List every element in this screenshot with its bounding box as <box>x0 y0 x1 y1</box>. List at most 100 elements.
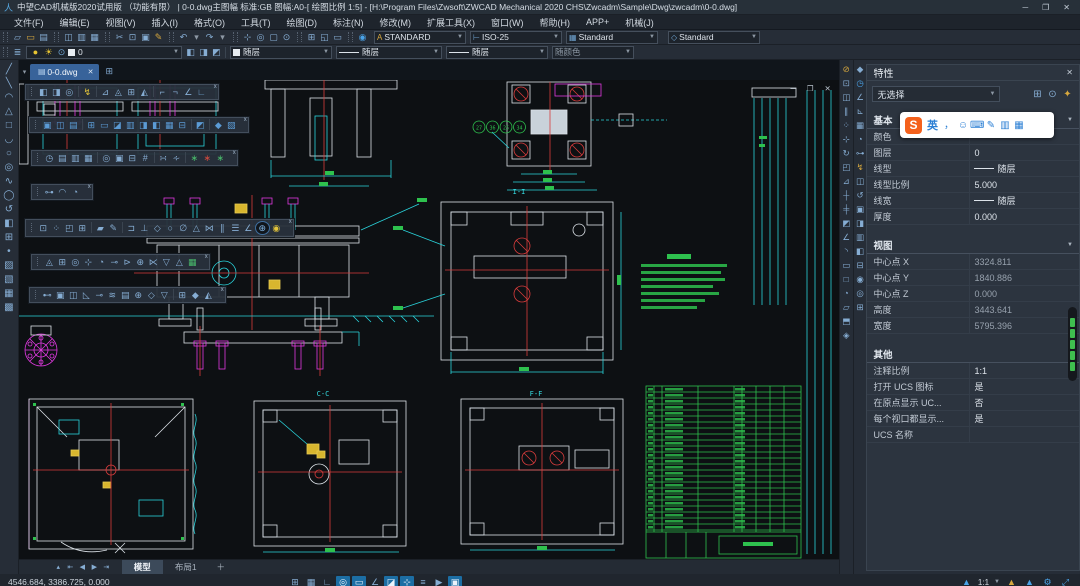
layer-lock-icon[interactable]: ⊙ <box>55 46 68 59</box>
floating-toolbar-3[interactable]: ◷▤▥▦◎▣⊟#∺∻∗∗∗x <box>31 150 238 166</box>
grip-tool-1-icon[interactable]: ⊶ <box>43 186 56 198</box>
insert-block-icon[interactable]: ⊞ <box>2 231 16 245</box>
property-row[interactable]: 中心点 Z0.000 <box>867 286 1079 302</box>
time-tool-icon[interactable]: ◷ <box>43 152 56 164</box>
paste-icon[interactable]: ▣ <box>139 31 152 44</box>
property-row[interactable]: 厚度0.000 <box>867 209 1079 225</box>
dim-style-dropdown[interactable]: ⊢ISO-25▼ <box>470 31 562 44</box>
star-red-icon[interactable]: ∗ <box>201 152 214 164</box>
explode-icon[interactable]: ▭ <box>840 259 852 271</box>
menu-mechanical[interactable]: 机械(J) <box>617 16 662 29</box>
sym-8-icon[interactable]: ∥ <box>216 222 229 234</box>
selection-cycling-icon[interactable]: ▶ <box>432 576 446 586</box>
vp-10-icon[interactable]: ▦ <box>163 119 176 131</box>
property-row[interactable]: 图层0 <box>867 145 1079 161</box>
dimension-edit-icon[interactable]: ▥ <box>854 231 866 243</box>
pickadd-toggle-icon[interactable]: ⊞ <box>1031 88 1044 101</box>
osnap-icon[interactable]: ◪ <box>384 576 398 586</box>
vp-12-icon[interactable]: ◩ <box>194 119 207 131</box>
grip-tool-2-icon[interactable]: ◠ <box>56 186 69 198</box>
cut-icon[interactable]: ✂ <box>113 31 126 44</box>
color-dropdown[interactable]: 随层▼ <box>230 46 332 59</box>
pair-1-icon[interactable]: ∺ <box>157 152 170 164</box>
vp-3-icon[interactable]: ▤ <box>67 119 80 131</box>
floating-toolbar-7[interactable]: ⊷▣◫◺⊸≋▤⊕◇▽⊞◆◭x <box>29 287 226 303</box>
single-viewport-icon[interactable]: ▭ <box>331 31 344 44</box>
anno-6-icon[interactable]: ≋ <box>106 289 119 301</box>
property-row[interactable]: 注释比例1:1 <box>867 363 1079 379</box>
ime-skin-icon[interactable]: ▦ <box>1012 119 1026 132</box>
star-green-2-icon[interactable]: ∗ <box>214 152 227 164</box>
pan-icon[interactable]: ⊹ <box>241 31 254 44</box>
sogou-logo-icon[interactable]: S <box>905 117 922 134</box>
drawing-canvas[interactable]: .w{stroke:#dde3e9;fill:none}.c{stroke:#2… <box>19 80 839 559</box>
continue-dimension-icon[interactable]: ↺ <box>854 189 866 201</box>
lengthen-icon[interactable]: ◔ <box>840 287 852 299</box>
copy-icon[interactable]: ⊡ <box>126 31 139 44</box>
vp-6-icon[interactable]: ◪ <box>111 119 124 131</box>
corner-3-icon[interactable]: ∠ <box>182 86 195 98</box>
construction-line-icon[interactable]: ╲ <box>2 77 16 91</box>
annotation-autoscale-icon[interactable]: ▲ <box>1005 576 1018 586</box>
sym-6-icon[interactable]: △ <box>190 222 203 234</box>
align-icon[interactable]: ▱ <box>840 301 852 313</box>
quick-tool-icon[interactable]: ↯ <box>81 86 94 98</box>
mech-9-icon[interactable]: ⋉ <box>147 256 160 268</box>
polar-icon[interactable]: ◎ <box>336 576 350 586</box>
anno-10-icon[interactable]: ▽ <box>158 289 171 301</box>
mirror-icon[interactable]: ◫ <box>840 91 852 103</box>
tolerance-icon[interactable]: ▣ <box>854 203 866 215</box>
anno-1-icon[interactable]: ⊷ <box>41 289 54 301</box>
zoom-window-icon[interactable]: ▢ <box>267 31 280 44</box>
publish-icon[interactable]: ▦ <box>88 31 101 44</box>
toolbar-close-icon[interactable]: x <box>221 287 224 293</box>
chamfer-icon[interactable]: ∠ <box>840 231 852 243</box>
toolbar-close-icon[interactable]: x <box>289 219 292 225</box>
ime-emoji-icon[interactable]: ☺ <box>956 119 970 132</box>
dim-tool-1-icon[interactable]: ⊿ <box>99 86 112 98</box>
minimize-button[interactable]: ─ <box>1022 3 1028 12</box>
layout-tab-模型[interactable]: 模型 <box>122 560 163 574</box>
anno-8-icon[interactable]: ⊕ <box>132 289 145 301</box>
undo-dropdown-icon[interactable]: ▾ <box>190 31 203 44</box>
menu-modify[interactable]: 修改(M) <box>372 16 420 29</box>
extend-icon[interactable]: ╪ <box>840 203 852 215</box>
layer-previous-icon[interactable]: ◧ <box>184 46 197 59</box>
grid-icon[interactable]: ⊞ <box>288 576 302 586</box>
mleader-style-dropdown[interactable]: ◇Standard▼ <box>668 31 760 44</box>
vp-8-icon[interactable]: ◨ <box>137 119 150 131</box>
mech-3-icon[interactable]: ◎ <box>69 256 82 268</box>
zoom-realtime-icon[interactable]: ◎ <box>254 31 267 44</box>
lineweight-dropdown[interactable]: 随层▼ <box>446 46 548 59</box>
property-row[interactable]: 线型随层 <box>867 161 1079 177</box>
tab-menu-icon[interactable]: ▴ <box>53 561 64 574</box>
save-icon[interactable]: ▤ <box>37 31 50 44</box>
block-icon[interactable]: ◧ <box>2 217 16 231</box>
plot-icon[interactable]: ▥ <box>75 31 88 44</box>
arc-length-icon[interactable]: ◔ <box>854 133 866 145</box>
dimension-update-icon[interactable]: ⊟ <box>854 259 866 271</box>
toolbar-close-icon[interactable]: x <box>244 117 247 123</box>
tab-close-icon[interactable]: ✕ <box>88 68 94 76</box>
zoom-previous-icon[interactable]: ⊙ <box>280 31 293 44</box>
menu-format[interactable]: 格式(O) <box>186 16 233 29</box>
open-icon[interactable]: ▭ <box>24 31 37 44</box>
vp-4-icon[interactable]: ⊞ <box>85 119 98 131</box>
revision-cloud-icon[interactable]: ↺ <box>2 203 16 217</box>
corner-4-icon[interactable]: ∟ <box>195 86 208 98</box>
fillet-icon[interactable]: ◝ <box>840 245 852 257</box>
property-row[interactable]: 在原点显示 UC...否 <box>867 395 1079 411</box>
sym-2-icon[interactable]: ⊥ <box>138 222 151 234</box>
edit-spline-icon[interactable]: ◈ <box>840 329 852 341</box>
sym-11-icon[interactable]: ◉ <box>270 222 283 234</box>
property-row[interactable]: 中心点 X3324.811 <box>867 254 1079 270</box>
sym-5-icon[interactable]: ∅ <box>177 222 190 234</box>
otrack-icon[interactable]: ⊹ <box>400 576 414 586</box>
baseline-dimension-icon[interactable]: ◫ <box>854 175 866 187</box>
linear-dimension-icon[interactable]: ◆ <box>854 63 866 75</box>
doc-minimize-button[interactable]: ─ <box>790 84 795 93</box>
ellipse-icon[interactable]: ◯ <box>2 189 16 203</box>
menu-draw[interactable]: 绘图(D) <box>279 16 326 29</box>
anno-13-icon[interactable]: ◭ <box>202 289 215 301</box>
isometric-icon[interactable]: ∠ <box>368 576 382 586</box>
